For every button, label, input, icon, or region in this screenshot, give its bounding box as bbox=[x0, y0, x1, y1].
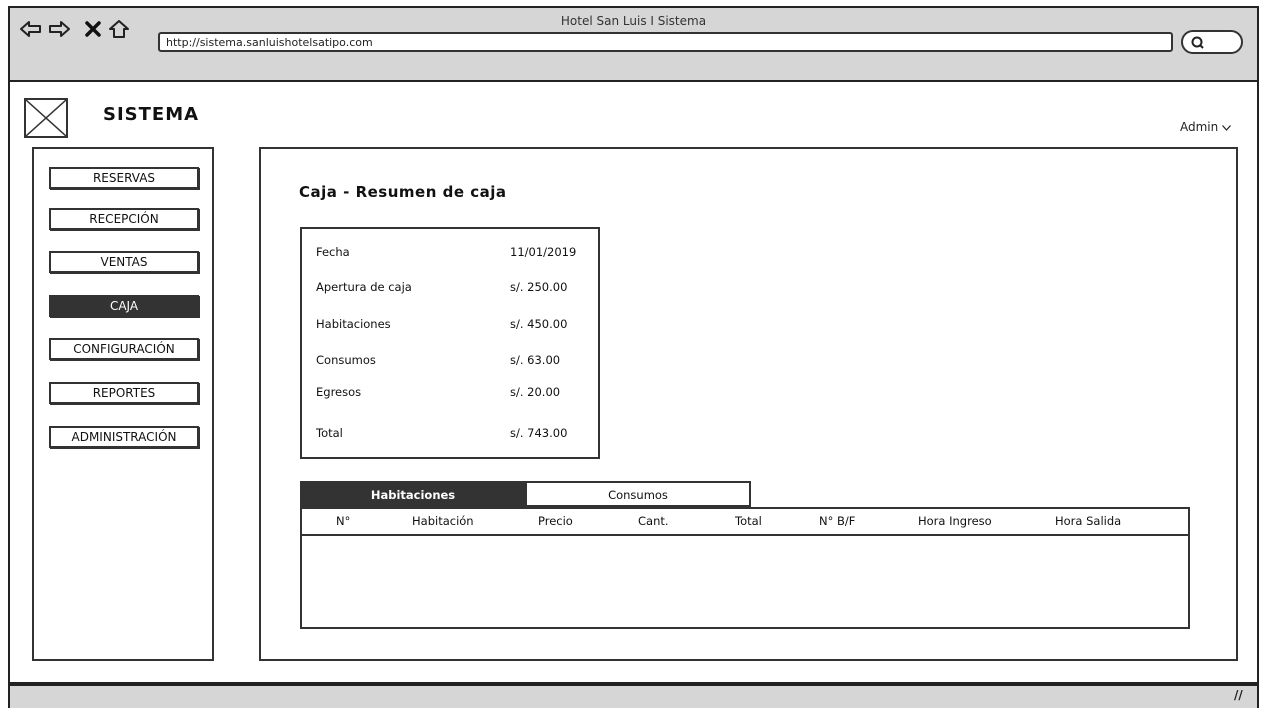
tab-habitaciones[interactable]: Habitaciones bbox=[300, 481, 526, 507]
resize-handle-icon[interactable]: // bbox=[1234, 688, 1243, 702]
summary-label: Total bbox=[316, 426, 343, 440]
window-title: Hotel San Luis I Sistema bbox=[560, 14, 707, 28]
column-header: N° bbox=[336, 514, 351, 528]
user-menu[interactable]: Admin bbox=[1180, 120, 1232, 134]
sidebar-item-configuracion[interactable]: CONFIGURACIÓN bbox=[49, 338, 199, 360]
close-x-icon[interactable] bbox=[82, 18, 104, 40]
summary-label: Habitaciones bbox=[316, 317, 391, 331]
summary-label: Consumos bbox=[316, 353, 376, 367]
column-header: Precio bbox=[538, 514, 573, 528]
user-menu-label: Admin bbox=[1180, 120, 1219, 134]
column-header: N° B/F bbox=[819, 514, 856, 528]
summary-value: s/. 743.00 bbox=[510, 426, 568, 440]
logo-placeholder bbox=[24, 98, 68, 138]
page-title: Caja - Resumen de caja bbox=[299, 183, 507, 201]
summary-value: s/. 20.00 bbox=[510, 385, 561, 399]
back-arrow-icon[interactable] bbox=[20, 18, 42, 40]
forward-arrow-icon[interactable] bbox=[48, 18, 70, 40]
summary-value: s/. 250.00 bbox=[510, 280, 568, 294]
rooms-table: N° Habitación Precio Cant. Total N° B/F … bbox=[300, 507, 1190, 629]
tab-consumos[interactable]: Consumos bbox=[525, 481, 751, 507]
cash-summary-box: Fecha 11/01/2019 Apertura de caja s/. 25… bbox=[300, 227, 600, 459]
sidebar-item-reportes[interactable]: REPORTES bbox=[49, 382, 199, 404]
url-bar[interactable]: http://sistema.sanluishotelsatipo.com bbox=[158, 32, 1173, 52]
sidebar: RESERVAS RECEPCIÓN VENTAS CAJA CONFIGURA… bbox=[32, 147, 214, 661]
sidebar-item-recepcion[interactable]: RECEPCIÓN bbox=[49, 208, 199, 230]
summary-label: Fecha bbox=[316, 245, 350, 259]
sidebar-item-administracion[interactable]: ADMINISTRACIÓN bbox=[49, 426, 199, 448]
column-header: Habitación bbox=[412, 514, 474, 528]
column-header: Hora Salida bbox=[1055, 514, 1122, 528]
search-field[interactable] bbox=[1181, 30, 1243, 54]
sidebar-item-reservas[interactable]: RESERVAS bbox=[49, 167, 199, 189]
sidebar-item-caja[interactable]: CAJA bbox=[49, 295, 199, 317]
table-header: N° Habitación Precio Cant. Total N° B/F … bbox=[302, 509, 1188, 536]
home-icon[interactable] bbox=[108, 18, 130, 40]
summary-label: Apertura de caja bbox=[316, 280, 412, 294]
summary-value: s/. 63.00 bbox=[510, 353, 561, 367]
status-bar bbox=[8, 684, 1259, 708]
column-header: Cant. bbox=[638, 514, 669, 528]
brand-title: SISTEMA bbox=[103, 104, 200, 125]
chevron-down-icon bbox=[1222, 120, 1232, 134]
search-icon bbox=[1191, 35, 1205, 54]
summary-value: 11/01/2019 bbox=[510, 245, 577, 259]
column-header: Hora Ingreso bbox=[918, 514, 992, 528]
column-header: Total bbox=[735, 514, 762, 528]
summary-label: Egresos bbox=[316, 385, 362, 399]
sidebar-item-ventas[interactable]: VENTAS bbox=[49, 251, 199, 273]
summary-value: s/. 450.00 bbox=[510, 317, 568, 331]
